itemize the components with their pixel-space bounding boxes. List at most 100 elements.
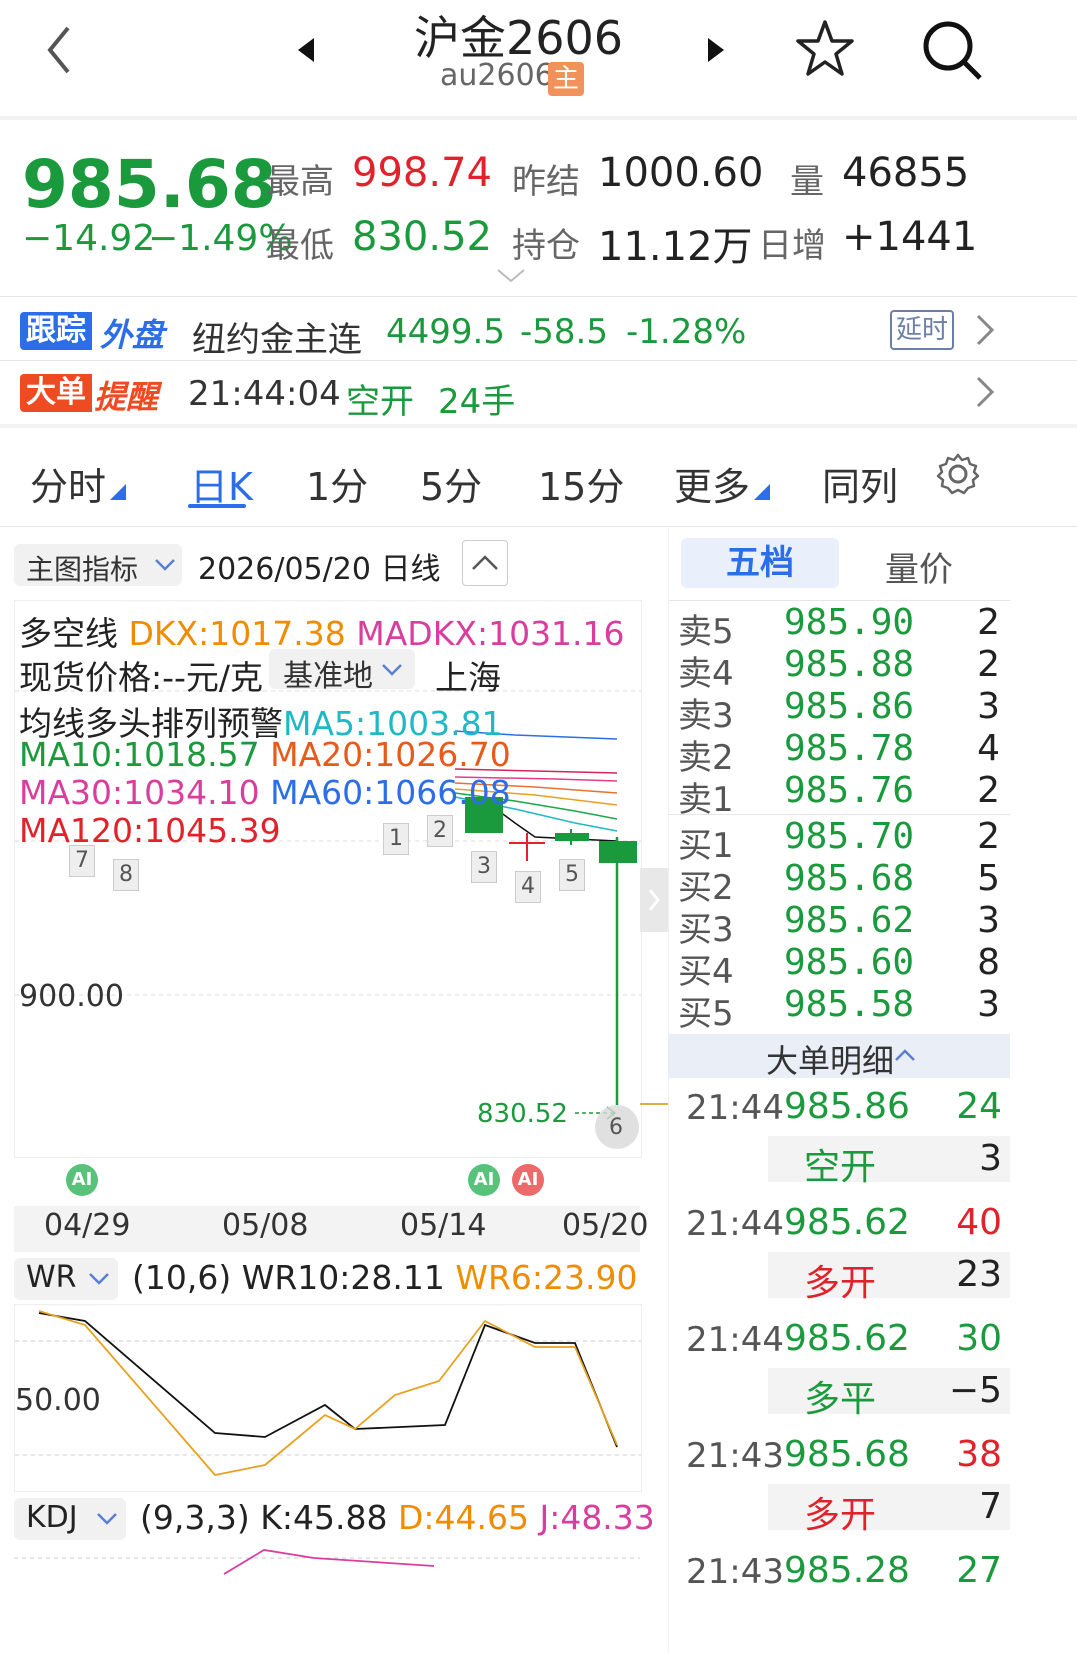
ai-badge[interactable]: AI (66, 1164, 98, 1196)
main-indicator-dropdown[interactable]: 主图指标 (14, 544, 182, 586)
detail-price: 985.68 (784, 1434, 910, 1475)
daily-increase-label: 日增 (758, 226, 826, 266)
big-detail-row: 21:44 985.86 24 空开 3 (668, 1084, 1010, 1196)
bid-level-4[interactable]: 买4 985.60 8 (678, 942, 1002, 992)
spot-price-label: 现货价格:--元/克 (19, 658, 264, 697)
prev-settle-label: 昨结 (512, 162, 580, 202)
tab-intraday[interactable]: 分时 (30, 456, 106, 511)
detail-time: 21:44 (686, 1320, 784, 1360)
bid-volume: 5 (977, 858, 1000, 899)
book-divider (668, 814, 1010, 815)
ask-volume: 3 (977, 686, 1000, 727)
ask-price: 985.86 (784, 686, 915, 727)
detail-sub: −5 (948, 1370, 1002, 1411)
expand-panel-button[interactable] (640, 868, 668, 932)
event-marker-3[interactable]: 3 (471, 851, 497, 883)
big-detail-row: 21:44 985.62 30 多平 −5 (668, 1316, 1010, 1428)
ma20-value: MA20:1026.70 (270, 735, 511, 774)
detail-type: 空开 (804, 1147, 877, 1188)
ask-level-3[interactable]: 卖3 985.86 3 (678, 686, 1002, 736)
wr10-value: WR10:28.11 (241, 1258, 445, 1297)
kdj-params: (9,3,3) (140, 1498, 250, 1537)
search-button[interactable] (920, 18, 984, 86)
big-detail-row: 21:43 985.68 38 多开 7 (668, 1432, 1010, 1544)
bid-price: 985.70 (784, 816, 915, 857)
chevron-right-icon (648, 889, 660, 911)
back-button[interactable] (40, 22, 80, 78)
big-order-qty: 24手 (438, 382, 516, 422)
contract-code: au2606 (440, 58, 554, 93)
big-order-alert-row[interactable]: 大单 提醒 21:44:04 空开 24手 (0, 362, 1077, 422)
tab-more[interactable]: 更多 (674, 456, 750, 511)
bid-level-3[interactable]: 买3 985.62 3 (678, 900, 1002, 950)
detail-type: 多开 (804, 1495, 877, 1536)
event-marker-5[interactable]: 5 (559, 859, 585, 891)
date-tick: 05/14 (400, 1208, 487, 1243)
low-label: 最低 (266, 226, 334, 266)
ask-volume: 2 (977, 770, 1000, 811)
event-marker-7[interactable]: 7 (69, 845, 95, 877)
kdj-k-value: K:45.88 (260, 1498, 388, 1537)
daily-increase-value: +1441 (842, 214, 978, 260)
event-marker-6[interactable]: 6 (609, 1115, 623, 1140)
base-location-dropdown[interactable]: 基准地 (269, 649, 415, 694)
ma60-value: MA60:1066.08 (270, 773, 511, 812)
date-axis: 04/29 05/08 05/14 05/20 (14, 1206, 648, 1252)
ai-badge[interactable]: AI (468, 1164, 500, 1196)
tab-daily-k[interactable]: 日K (190, 456, 253, 511)
event-marker-2[interactable]: 2 (427, 815, 453, 847)
event-marker-1[interactable]: 1 (383, 823, 409, 855)
external-market-row[interactable]: 跟踪 外盘 纽约金主连 4499.5 -58.5 -1.28% 延时 (0, 298, 1077, 360)
event-marker-4[interactable]: 4 (515, 871, 541, 903)
main-chart[interactable]: 多空线 DKX:1017.38 MADKX:1031.16 现货价格:--元/克… (14, 600, 642, 1158)
ask-level-2[interactable]: 卖2 985.78 4 (678, 728, 1002, 778)
ask-price: 985.78 (784, 728, 915, 769)
external-change: -58.5 (520, 312, 608, 352)
chevron-up-icon (472, 555, 498, 570)
bid-level-5[interactable]: 买5 985.58 3 (678, 984, 1002, 1034)
volume-value: 46855 (842, 150, 970, 196)
wr-level-label: 50.00 (15, 1383, 101, 1418)
tab-1min[interactable]: 1分 (306, 456, 368, 511)
detail-type: 多开 (804, 1263, 877, 1304)
ask-price: 985.90 (784, 602, 915, 643)
ask-price: 985.76 (784, 770, 915, 811)
search-icon (923, 21, 982, 80)
ask-level-4[interactable]: 卖4 985.88 2 (678, 644, 1002, 694)
tab-5min[interactable]: 5分 (420, 456, 482, 511)
expand-quote-button[interactable] (496, 268, 526, 288)
ai-badge[interactable]: AI (512, 1164, 544, 1196)
ma10-value: MA10:1018.57 (19, 735, 260, 774)
event-marker-8[interactable]: 8 (113, 859, 139, 891)
last-price: 985.68 (22, 146, 277, 223)
tab-same-column[interactable]: 同列 (822, 456, 898, 511)
chevron-left-icon (47, 26, 70, 74)
ask-level-1[interactable]: 卖1 985.76 2 (678, 770, 1002, 820)
date-tick: 04/29 (44, 1208, 131, 1243)
collapse-chart-button[interactable] (462, 540, 508, 586)
next-contract-button[interactable] (706, 36, 726, 68)
wr-lines (15, 1310, 641, 1476)
chevron-down-icon (97, 1513, 117, 1525)
chevron-down-icon (155, 559, 175, 571)
bid-level-2[interactable]: 买2 985.68 5 (678, 858, 1002, 908)
detail-price: 985.62 (784, 1318, 910, 1359)
detail-volume: 30 (956, 1318, 1002, 1359)
tab-volume-price[interactable]: 量价 (885, 542, 953, 591)
tab-15min[interactable]: 15分 (538, 456, 624, 511)
wr-indicator-dropdown[interactable]: WR (14, 1258, 118, 1300)
big-order-tag: 大单 (20, 374, 92, 412)
big-detail-header[interactable]: 大单明细 (668, 1034, 1010, 1080)
ask-price: 985.88 (784, 644, 915, 685)
ask-level-5[interactable]: 卖5 985.90 2 (678, 602, 1002, 652)
kdj-lines (14, 1549, 640, 1575)
tab-five-levels[interactable]: 五档 (681, 538, 839, 588)
settings-button[interactable] (936, 452, 980, 500)
wr-params: (10,6) (132, 1258, 232, 1297)
prev-contract-button[interactable] (296, 36, 316, 68)
favorite-button[interactable] (794, 18, 856, 84)
bid-level-1[interactable]: 买1 985.70 2 (678, 816, 1002, 866)
chevron-down-icon (497, 269, 525, 283)
wr6-value: WR6:23.90 (455, 1258, 638, 1297)
kdj-indicator-dropdown[interactable]: KDJ (14, 1498, 126, 1540)
